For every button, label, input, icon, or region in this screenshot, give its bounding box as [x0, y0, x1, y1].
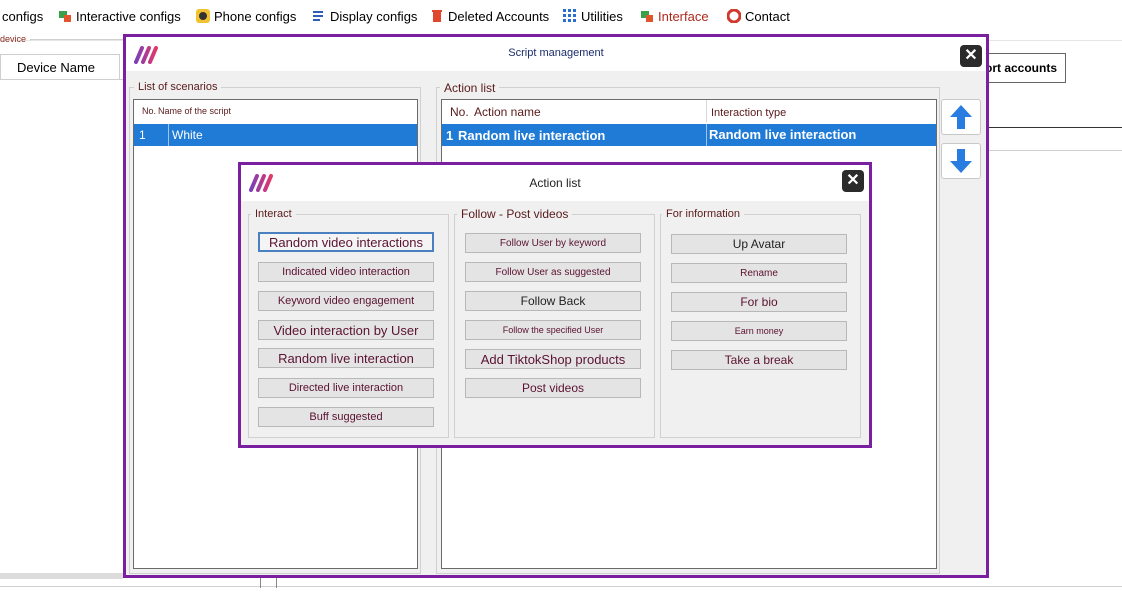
random-live-interaction-button[interactable]: Random live interaction [258, 348, 434, 368]
for-bio-button[interactable]: For bio [671, 292, 847, 312]
cell-divider [706, 124, 707, 146]
header-divider [706, 100, 707, 122]
menu-contact[interactable]: Contact [726, 7, 790, 25]
info-title: For information [662, 208, 744, 220]
menu-interactive-configs[interactable]: Interactive configs [58, 7, 181, 25]
script-window-titlebar[interactable]: Script management ✕ [126, 37, 986, 71]
menu-utilities[interactable]: Utilities [563, 7, 623, 25]
buff-suggested-button[interactable]: Buff suggested [258, 407, 434, 427]
scenarios-col-no[interactable]: No. [142, 106, 156, 116]
action-no: 1 [446, 128, 454, 143]
follow-title: Follow - Post videos [457, 207, 573, 221]
move-up-button[interactable] [941, 99, 981, 135]
device-label: device [0, 34, 27, 44]
lifebuoy-icon [726, 8, 742, 24]
script-window-title: Script management [508, 47, 604, 59]
device-group-line [30, 39, 125, 40]
interact-title: Interact [251, 208, 296, 220]
keyword-video-engagement-button[interactable]: Keyword video engagement [258, 291, 434, 311]
scenarios-col-name[interactable]: Name of the script [158, 106, 231, 116]
action-dialog-title: Action list [529, 176, 581, 190]
actions-col-type[interactable]: Interaction type [711, 107, 786, 119]
bg-divider-right-2 [986, 150, 1122, 151]
display-icon [312, 9, 326, 23]
table-row[interactable]: 1 Random live interaction Random live in… [442, 124, 936, 146]
post-videos-button[interactable]: Post videos [465, 378, 641, 398]
menu-phone-configs[interactable]: Phone configs [196, 7, 296, 25]
bg-row-line [0, 79, 123, 80]
action-list-dialog: Action list ✕ Interact Random video inte… [238, 162, 872, 448]
video-interaction-by-user-button[interactable]: Video interaction by User [258, 320, 434, 340]
follow-specified-user-button[interactable]: Follow the specified User [465, 320, 641, 340]
interface-icon [640, 9, 654, 23]
menubar: configs Interactive configs Phone config… [0, 0, 1122, 32]
grid-icon [563, 9, 577, 23]
cell-divider [168, 124, 169, 146]
scenarios-grid-header: No. Name of the script [134, 100, 417, 122]
table-row[interactable]: 1 White [134, 124, 417, 146]
follow-user-as-suggested-button[interactable]: Follow User as suggested [465, 262, 641, 282]
move-down-button[interactable] [941, 143, 981, 179]
actions-col-name[interactable]: Action name [474, 105, 541, 119]
action-dialog-titlebar[interactable]: Action list ✕ [241, 165, 869, 201]
up-avatar-button[interactable]: Up Avatar [671, 234, 847, 254]
follow-back-button[interactable]: Follow Back [465, 291, 641, 311]
menu-deleted-accounts[interactable]: Deleted Accounts [430, 7, 549, 25]
scenario-no: 1 [139, 128, 146, 142]
actions-grid-header: No. Action name Interaction type [442, 100, 936, 122]
add-tiktokshop-products-button[interactable]: Add TiktokShop products [465, 349, 641, 369]
actions-col-no[interactable]: No. [450, 105, 469, 119]
rename-button[interactable]: Rename [671, 263, 847, 283]
bg-scrollbar[interactable] [0, 573, 123, 579]
scenario-name: White [172, 128, 203, 142]
script-window-close-button[interactable]: ✕ [960, 45, 982, 67]
interactive-icon [58, 9, 72, 23]
action-name: Random live interaction [458, 128, 606, 143]
earn-money-button[interactable]: Earn money [671, 321, 847, 341]
phone-icon [196, 9, 210, 23]
arrow-up-icon [950, 105, 972, 129]
export-accounts-button[interactable]: ort accounts [978, 53, 1066, 83]
random-video-interactions-button[interactable]: Random video interactions [258, 232, 434, 252]
bg-divider-right [986, 127, 1122, 128]
close-icon: ✕ [846, 172, 860, 189]
take-a-break-button[interactable]: Take a break [671, 350, 847, 370]
close-icon: ✕ [964, 47, 978, 64]
scenarios-title: List of scenarios [134, 81, 222, 93]
actions-title: Action list [440, 81, 500, 95]
follow-user-by-keyword-button[interactable]: Follow User by keyword [465, 233, 641, 253]
bg-bottom-line [0, 586, 1122, 587]
trash-icon [430, 9, 444, 23]
menu-interface[interactable]: Interface [640, 7, 709, 25]
menu-configs[interactable]: configs [2, 7, 43, 25]
indicated-video-interaction-button[interactable]: Indicated video interaction [258, 262, 434, 282]
device-name-header[interactable]: Device Name [0, 54, 120, 80]
action-type: Random live interaction [709, 127, 857, 142]
arrow-down-icon [950, 149, 972, 173]
menu-display-configs[interactable]: Display configs [312, 7, 417, 25]
action-dialog-close-button[interactable]: ✕ [842, 170, 864, 192]
directed-live-interaction-button[interactable]: Directed live interaction [258, 378, 434, 398]
